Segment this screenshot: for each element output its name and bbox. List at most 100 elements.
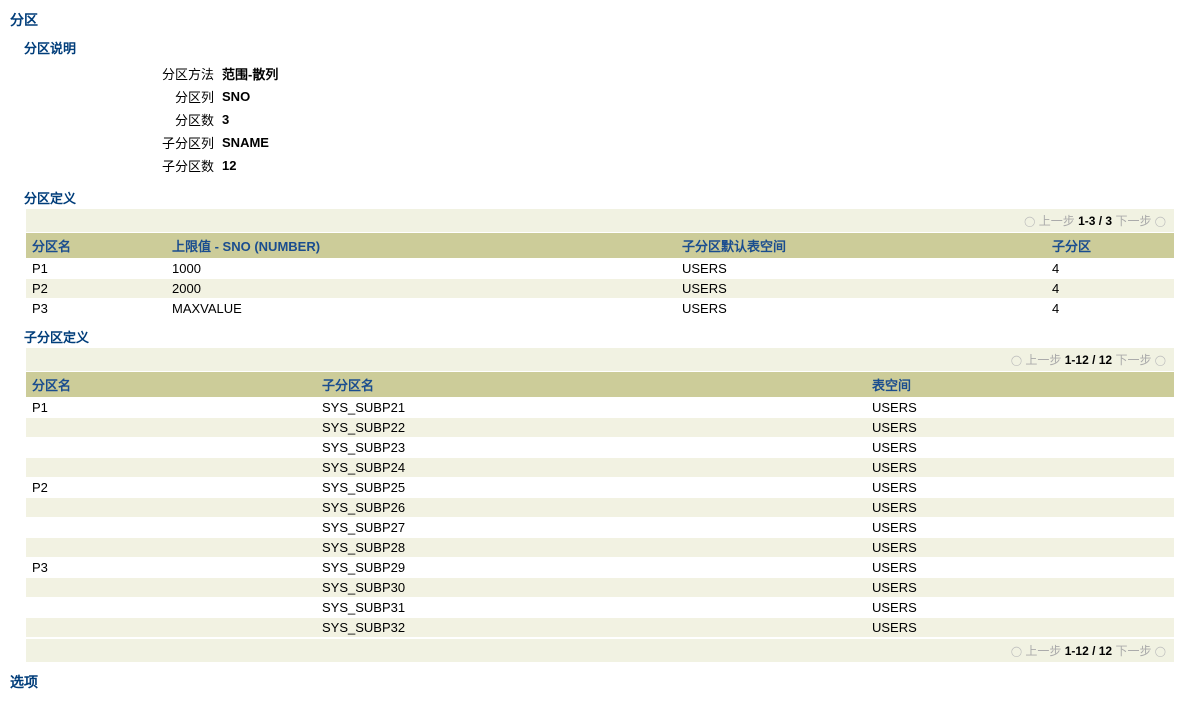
table-row: P1SYS_SUBP21USERS bbox=[26, 398, 1174, 418]
cell-p bbox=[26, 578, 316, 598]
desc-subcol-value: SNAME bbox=[222, 132, 278, 153]
cell-ts: USERS bbox=[676, 259, 1046, 279]
partition-def-title: 分区定义 bbox=[10, 184, 1174, 209]
desc-method-label: 分区方法 bbox=[162, 63, 220, 84]
cell-ts: USERS bbox=[866, 418, 1174, 438]
cell-sp: SYS_SUBP30 bbox=[316, 578, 866, 598]
cell-ts: USERS bbox=[866, 398, 1174, 418]
table-row: SYS_SUBP27USERS bbox=[26, 518, 1174, 538]
cell-sp: SYS_SUBP29 bbox=[316, 558, 866, 578]
subpartition-table: 分区名 子分区名 表空间 P1SYS_SUBP21USERSSYS_SUBP22… bbox=[26, 372, 1174, 638]
table-row: P2SYS_SUBP25USERS bbox=[26, 478, 1174, 498]
cell-ts: USERS bbox=[866, 438, 1174, 458]
col2-tablespace[interactable]: 表空间 bbox=[866, 372, 1174, 398]
table-row: SYS_SUBP22USERS bbox=[26, 418, 1174, 438]
cell-name: P2 bbox=[26, 279, 166, 299]
pager-top-2: ◯ 上一步 1-12 / 12 下一步 ◯ bbox=[26, 348, 1174, 372]
partition-desc-title: 分区说明 bbox=[10, 34, 1174, 59]
cell-p bbox=[26, 438, 316, 458]
table-row: P3SYS_SUBP29USERS bbox=[26, 558, 1174, 578]
cell-ts: USERS bbox=[866, 518, 1174, 538]
col2-subpart-name[interactable]: 子分区名 bbox=[316, 372, 866, 398]
cell-p bbox=[26, 458, 316, 478]
partition-def-panel: ◯ 上一步 1-3 / 3 下一步 ◯ 分区名 上限值 - SNO (NUMBE… bbox=[26, 209, 1174, 319]
pager-range-2b: 1-12 / 12 bbox=[1065, 644, 1112, 658]
desc-method-value: 范围-散列 bbox=[222, 63, 278, 84]
desc-subcount-value: 12 bbox=[222, 155, 278, 176]
cell-sp: SYS_SUBP22 bbox=[316, 418, 866, 438]
partition-desc-table: 分区方法 范围-散列 分区列 SNO 分区数 3 子分区列 SNAME 子分区数… bbox=[160, 61, 280, 178]
cell-sub: 4 bbox=[1046, 259, 1174, 279]
next-icon: ◯ bbox=[1155, 355, 1166, 366]
desc-col-value: SNO bbox=[222, 86, 278, 107]
cell-sp: SYS_SUBP25 bbox=[316, 478, 866, 498]
table-row: SYS_SUBP32USERS bbox=[26, 618, 1174, 638]
cell-sp: SYS_SUBP28 bbox=[316, 538, 866, 558]
desc-col-label: 分区列 bbox=[162, 86, 220, 107]
pager-next[interactable]: 下一步 bbox=[1115, 353, 1151, 367]
pager-next[interactable]: 下一步 bbox=[1115, 644, 1151, 658]
cell-p bbox=[26, 538, 316, 558]
col-default-ts[interactable]: 子分区默认表空间 bbox=[676, 233, 1046, 259]
cell-ts: USERS bbox=[676, 299, 1046, 319]
cell-upper: 2000 bbox=[166, 279, 676, 299]
table-row: SYS_SUBP24USERS bbox=[26, 458, 1174, 478]
cell-sub: 4 bbox=[1046, 299, 1174, 319]
pager-top-1: ◯ 上一步 1-3 / 3 下一步 ◯ bbox=[26, 209, 1174, 233]
cell-sp: SYS_SUBP23 bbox=[316, 438, 866, 458]
cell-p: P3 bbox=[26, 558, 316, 578]
desc-count-value: 3 bbox=[222, 109, 278, 130]
pager-prev[interactable]: 上一步 bbox=[1025, 353, 1061, 367]
pager-bottom-2: ◯ 上一步 1-12 / 12 下一步 ◯ bbox=[26, 638, 1174, 662]
col-subpart[interactable]: 子分区 bbox=[1046, 233, 1174, 259]
cell-upper: 1000 bbox=[166, 259, 676, 279]
cell-sp: SYS_SUBP24 bbox=[316, 458, 866, 478]
next-icon: ◯ bbox=[1155, 646, 1166, 657]
pager-range-1: 1-3 / 3 bbox=[1078, 214, 1112, 228]
cell-ts: USERS bbox=[866, 578, 1174, 598]
table-row: SYS_SUBP30USERS bbox=[26, 578, 1174, 598]
cell-sp: SYS_SUBP27 bbox=[316, 518, 866, 538]
cell-p bbox=[26, 598, 316, 618]
table-row: SYS_SUBP28USERS bbox=[26, 538, 1174, 558]
cell-sp: SYS_SUBP32 bbox=[316, 618, 866, 638]
table-row: P22000USERS4 bbox=[26, 279, 1174, 299]
pager-prev[interactable]: 上一步 bbox=[1025, 644, 1061, 658]
cell-ts: USERS bbox=[866, 538, 1174, 558]
col-partition-name[interactable]: 分区名 bbox=[26, 233, 166, 259]
pager-prev[interactable]: 上一步 bbox=[1039, 214, 1075, 228]
cell-upper: MAXVALUE bbox=[166, 299, 676, 319]
desc-subcount-label: 子分区数 bbox=[162, 155, 220, 176]
table-row: SYS_SUBP31USERS bbox=[26, 598, 1174, 618]
cell-ts: USERS bbox=[866, 478, 1174, 498]
cell-p bbox=[26, 418, 316, 438]
cell-ts: USERS bbox=[866, 458, 1174, 478]
table-row: P3MAXVALUEUSERS4 bbox=[26, 299, 1174, 319]
desc-count-label: 分区数 bbox=[162, 109, 220, 130]
cell-ts: USERS bbox=[866, 598, 1174, 618]
cell-ts: USERS bbox=[866, 618, 1174, 638]
subpartition-def-panel: ◯ 上一步 1-12 / 12 下一步 ◯ 分区名 子分区名 表空间 P1SYS… bbox=[26, 348, 1174, 662]
col-upper-value[interactable]: 上限值 - SNO (NUMBER) bbox=[166, 233, 676, 259]
cell-ts: USERS bbox=[676, 279, 1046, 299]
next-icon: ◯ bbox=[1155, 216, 1166, 227]
prev-icon: ◯ bbox=[1011, 646, 1022, 657]
table-row: P11000USERS4 bbox=[26, 259, 1174, 279]
cell-p: P1 bbox=[26, 398, 316, 418]
subpartition-def-title: 子分区定义 bbox=[10, 323, 1174, 348]
cell-p: P2 bbox=[26, 478, 316, 498]
partition-table: 分区名 上限值 - SNO (NUMBER) 子分区默认表空间 子分区 P110… bbox=[26, 233, 1174, 319]
cell-ts: USERS bbox=[866, 558, 1174, 578]
cell-sp: SYS_SUBP21 bbox=[316, 398, 866, 418]
table-row: SYS_SUBP26USERS bbox=[26, 498, 1174, 518]
col2-partition-name[interactable]: 分区名 bbox=[26, 372, 316, 398]
cell-p bbox=[26, 518, 316, 538]
cell-name: P1 bbox=[26, 259, 166, 279]
partition-title: 分区 bbox=[10, 6, 1174, 34]
cell-sp: SYS_SUBP31 bbox=[316, 598, 866, 618]
desc-subcol-label: 子分区列 bbox=[162, 132, 220, 153]
table-row: SYS_SUBP23USERS bbox=[26, 438, 1174, 458]
pager-next[interactable]: 下一步 bbox=[1115, 214, 1151, 228]
options-title: 选项 bbox=[10, 668, 1174, 696]
cell-sp: SYS_SUBP26 bbox=[316, 498, 866, 518]
